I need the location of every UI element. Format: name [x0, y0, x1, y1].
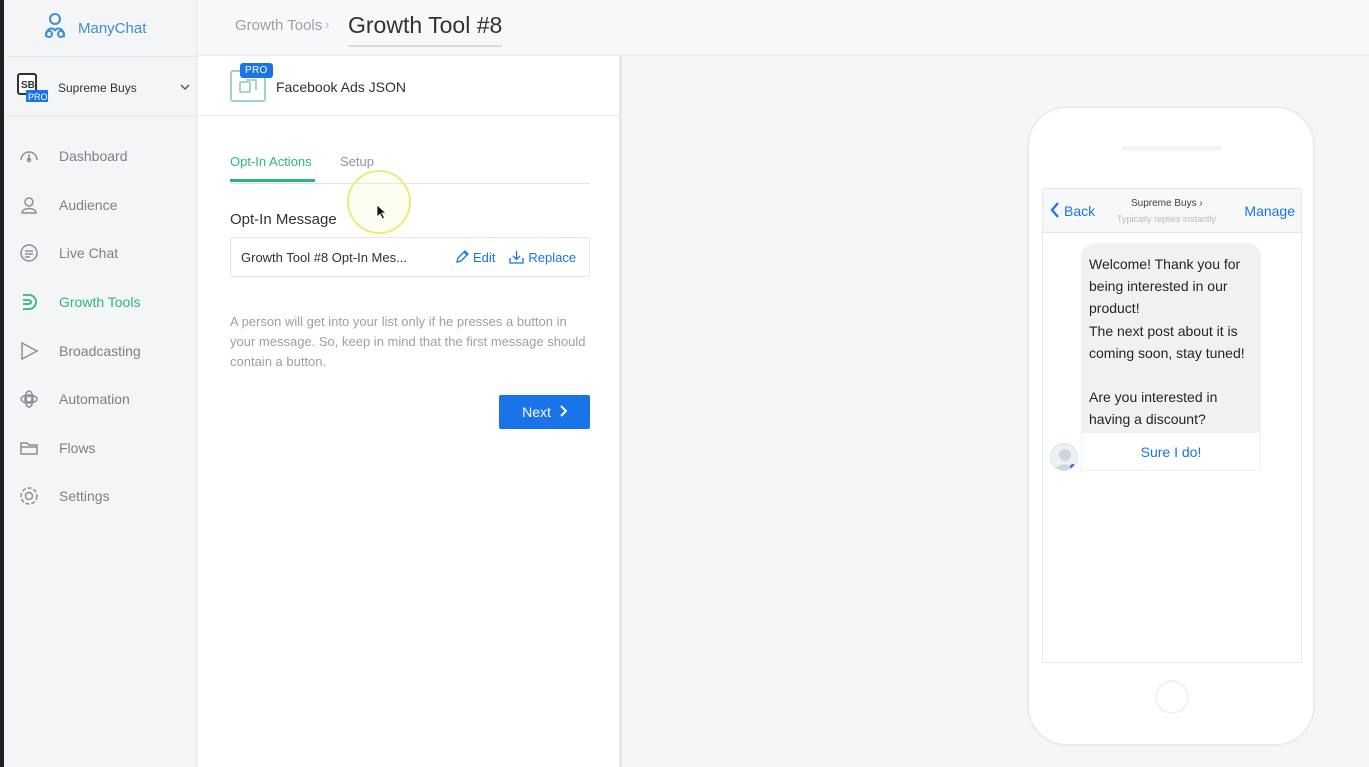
growth-icon	[18, 291, 40, 313]
account-name: Supreme Buys	[58, 81, 137, 95]
chat-page-status: Typically replies instantly	[1117, 214, 1217, 224]
pencil-icon	[456, 250, 469, 263]
phone-speaker	[1121, 146, 1221, 151]
download-icon	[509, 251, 525, 264]
chat-page-name[interactable]: Supreme Buys ›	[1131, 198, 1203, 209]
chevron-left-icon	[1050, 201, 1060, 220]
messenger-screen: Back Supreme Buys › Typically replies in…	[1042, 188, 1302, 663]
chat-icon	[18, 242, 40, 264]
sidebar-item-label: Live Chat	[59, 245, 119, 262]
manage-button[interactable]: Manage	[1244, 203, 1295, 219]
page-title[interactable]: Growth Tool #8	[348, 12, 503, 47]
sidebar-item-live-chat[interactable]: Live Chat	[4, 229, 197, 278]
sidebar-item-label: Dashboard	[59, 148, 128, 165]
replace-button[interactable]: Replace	[509, 250, 576, 265]
sidebar-item-dashboard[interactable]: Dashboard	[4, 132, 197, 181]
opt-in-hint-text: A person will get into your list only if…	[230, 314, 586, 369]
dashboard-icon	[18, 145, 40, 167]
brand-logo[interactable]: ManyChat	[40, 12, 146, 44]
messenger-preview-phone: Back Supreme Buys › Typically replies in…	[1027, 106, 1315, 746]
next-label: Next	[522, 404, 551, 420]
gear-icon	[18, 485, 40, 507]
sidebar-item-flows[interactable]: Flows	[4, 424, 197, 473]
edit-label: Edit	[473, 249, 496, 265]
next-button[interactable]: Next	[499, 395, 590, 429]
opt-in-message-row: Growth Tool #8 Opt-In Mes... Edit Replac…	[230, 237, 590, 277]
quick-reply-button[interactable]: Sure I do!	[1081, 433, 1261, 471]
chevron-down-icon[interactable]	[180, 83, 190, 94]
chevron-right-icon	[559, 404, 568, 420]
sidebar-item-label: Automation	[59, 391, 130, 408]
automation-icon	[18, 388, 40, 410]
user-icon	[18, 194, 40, 216]
tab-opt-in-actions[interactable]: Opt-In Actions	[230, 154, 315, 182]
avatar	[1050, 443, 1078, 471]
account-avatar: SB PRO	[12, 70, 50, 106]
sidebar-item-label: Growth Tools	[59, 294, 141, 311]
sidebar-nav: Dashboard Audience Live Chat Growth Tool…	[4, 132, 197, 521]
growth-tool-panel: PRO Facebook Ads JSON Opt-In Actions Set…	[198, 56, 622, 767]
breadcrumb-growth-tools[interactable]: Growth Tools	[235, 17, 322, 34]
tabs: Opt-In Actions Setup	[230, 154, 590, 184]
opt-in-message-title: Opt-In Message	[230, 211, 337, 228]
manychat-logo-icon	[40, 11, 70, 46]
back-button[interactable]: Back	[1050, 201, 1095, 220]
replace-label: Replace	[528, 249, 577, 265]
sidebar-item-settings[interactable]: Settings	[4, 472, 197, 521]
tool-type-name: Facebook Ads JSON	[276, 79, 406, 95]
phone-home-button	[1155, 680, 1189, 714]
sidebar-item-broadcasting[interactable]: Broadcasting	[4, 326, 197, 375]
pro-badge: PRO	[240, 63, 273, 78]
brand-name: ManyChat	[78, 19, 147, 37]
edit-button[interactable]: Edit	[455, 250, 495, 265]
divider	[4, 115, 197, 116]
sidebar-item-label: Broadcasting	[59, 342, 141, 359]
svg-text:SB: SB	[21, 80, 35, 91]
sidebar-item-growth-tools[interactable]: Growth Tools	[4, 278, 197, 327]
breadcrumb-separator: ›	[325, 17, 330, 32]
divider	[4, 56, 197, 57]
back-label: Back	[1064, 202, 1096, 219]
sidebar: ManyChat SB PRO Supreme Buys Dashboard A…	[4, 0, 197, 767]
sidebar-item-label: Settings	[59, 488, 110, 505]
sidebar-item-automation[interactable]: Automation	[4, 375, 197, 424]
account-switcher[interactable]: SB PRO Supreme Buys	[12, 68, 192, 108]
sidebar-item-label: Audience	[59, 196, 118, 213]
mouse-cursor-icon	[376, 204, 388, 225]
opt-in-message-name[interactable]: Growth Tool #8 Opt-In Mes...	[241, 250, 441, 265]
account-pro-badge: PRO	[28, 92, 48, 102]
play-icon	[18, 340, 40, 362]
messenger-header: Back Supreme Buys › Typically replies in…	[1043, 189, 1301, 233]
sidebar-item-label: Flows	[59, 439, 96, 456]
top-header: Growth Tools › Growth Tool #8	[197, 0, 1369, 56]
tool-type-bar: PRO Facebook Ads JSON	[198, 56, 622, 116]
folder-icon	[18, 437, 40, 459]
sidebar-item-audience[interactable]: Audience	[4, 181, 197, 230]
welcome-message-bubble: Welcome! Thank you for being interested …	[1081, 243, 1261, 433]
